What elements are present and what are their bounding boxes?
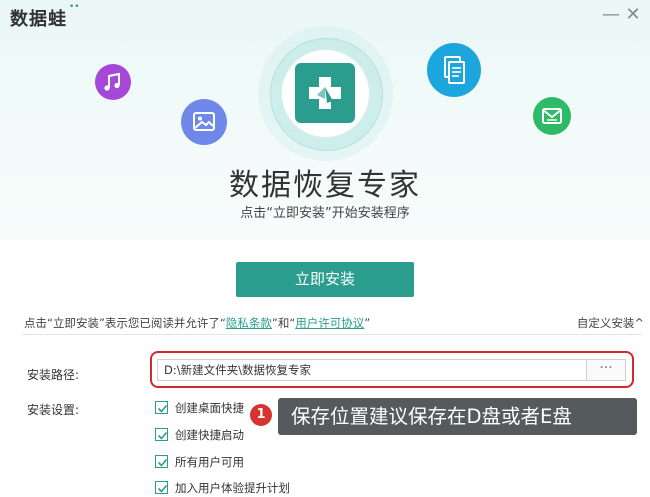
step-badge: 1	[250, 404, 272, 426]
license-agreement-link[interactable]: 用户许可协议	[295, 316, 364, 330]
privacy-policy-link[interactable]: 隐私条款	[226, 316, 272, 330]
checkbox-checked-icon[interactable]	[155, 428, 168, 441]
brand-dots-icon: ••	[69, 2, 80, 12]
mail-icon	[533, 97, 571, 135]
custom-install-toggle[interactable]: 自定义安装^	[577, 315, 644, 331]
install-settings-label: 安装设置:	[27, 403, 80, 417]
minimize-button[interactable]: —	[600, 4, 622, 26]
divider	[22, 334, 642, 335]
install-hint: 点击“立即安装”开始安装程序	[240, 206, 410, 221]
agreement-suffix: ”	[364, 316, 371, 330]
agreement-notice: 点击“立即安装”表示您已阅读并允许了“隐私条款”和“用户许可协议”	[24, 315, 370, 331]
custom-install-label: 自定义安装	[576, 316, 635, 330]
brand-logo: 数据蛙	[10, 9, 67, 30]
image-icon	[181, 99, 227, 145]
hero-banner: 数据蛙 •• — ✕ 数据恢复专家 点击“立即安装”开始安装程序	[0, 0, 650, 240]
chevron-up-icon: ^	[634, 316, 644, 330]
agreement-middle: ”和“	[271, 316, 296, 330]
install-path-label: 安装路径:	[27, 368, 80, 382]
agreement-prefix: 点击“立即安装”表示您已阅读并允许了“	[24, 316, 226, 330]
option-label: 创建桌面快捷	[175, 401, 244, 415]
install-path-input[interactable]: D:\新建文件夹\数据恢复专家	[157, 359, 587, 381]
option-label: 创建快捷启动	[175, 428, 244, 442]
document-icon	[427, 43, 481, 97]
close-button[interactable]: ✕	[622, 4, 644, 26]
checkbox-checked-icon[interactable]	[155, 401, 168, 414]
checkbox-checked-icon[interactable]	[155, 481, 168, 494]
checkbox-checked-icon[interactable]	[155, 455, 168, 468]
browse-button[interactable]: ···	[586, 359, 626, 381]
option-label: 所有用户可用	[175, 455, 244, 469]
product-title: 数据恢复专家	[229, 168, 421, 203]
annotation-callout: 保存位置建议保存在D盘或者E盘	[278, 398, 637, 435]
music-icon	[95, 64, 131, 100]
app-logo-icon	[295, 63, 355, 123]
install-now-button[interactable]: 立即安装	[236, 262, 414, 297]
